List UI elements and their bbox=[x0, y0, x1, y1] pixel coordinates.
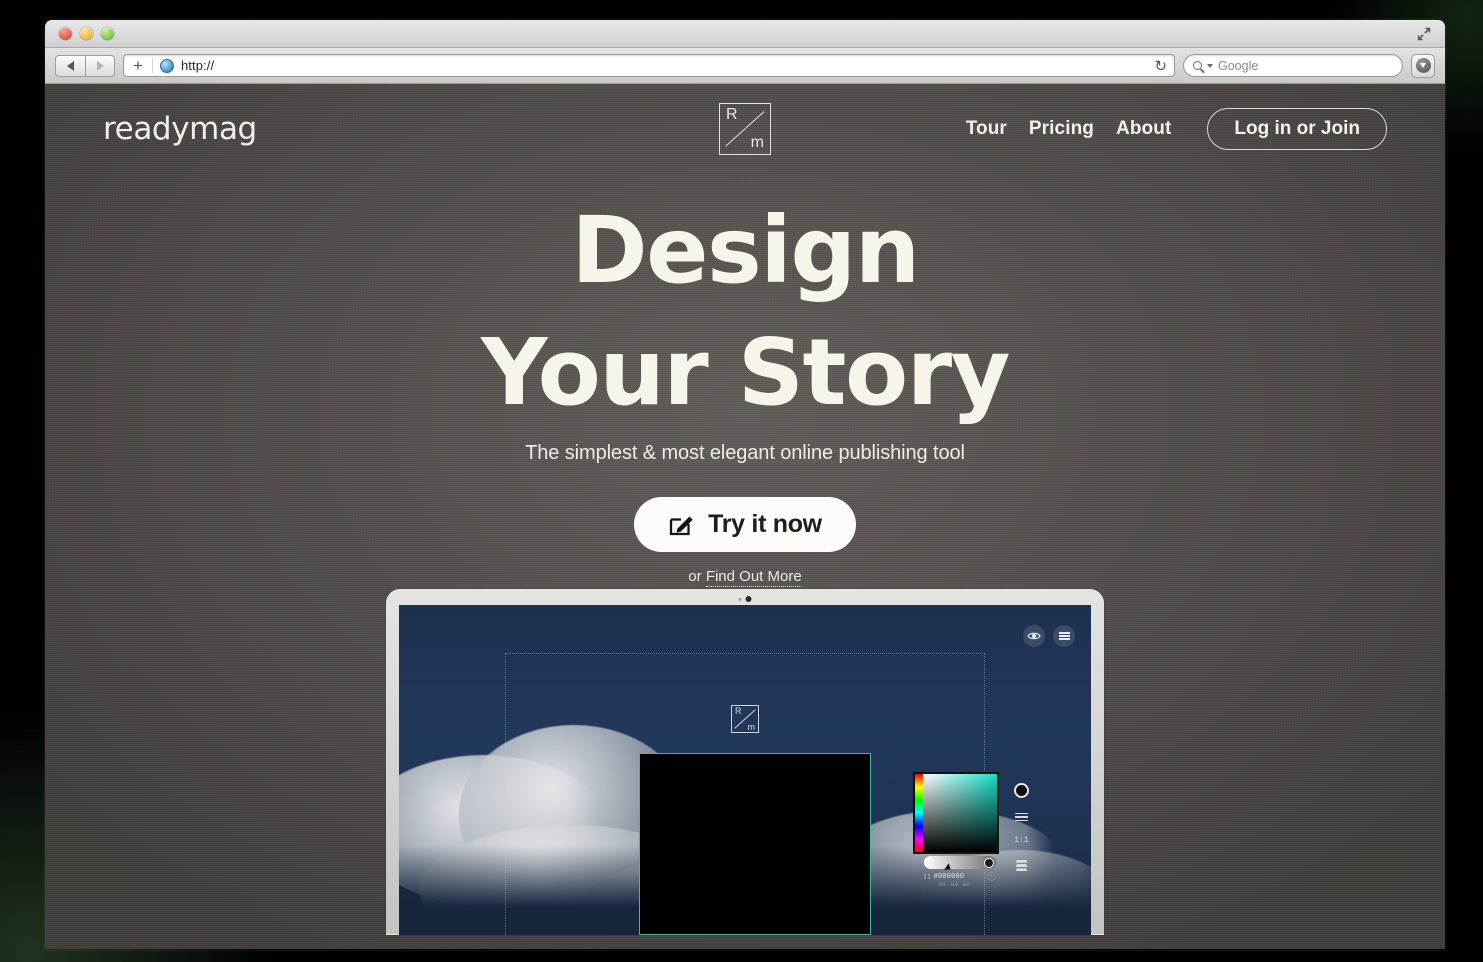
fullscreen-icon[interactable] bbox=[1415, 25, 1433, 43]
canvas-logo-letter-bottom: m bbox=[747, 722, 756, 732]
preview-eye-icon[interactable] bbox=[1023, 625, 1045, 647]
laptop-mockup: R m #000000 + R0 G0 B0 1:1 bbox=[386, 589, 1104, 935]
menu-hamburger-icon[interactable] bbox=[1053, 625, 1075, 647]
color-swatch-icon[interactable] bbox=[1014, 783, 1029, 798]
adjustments-icon[interactable] bbox=[1015, 811, 1028, 823]
canvas-readymag-logo-icon: R m bbox=[731, 705, 759, 733]
readymag-logo-icon[interactable]: R m bbox=[719, 103, 771, 155]
logo-letter-bottom: m bbox=[750, 134, 764, 151]
search-field[interactable]: Google bbox=[1183, 54, 1403, 77]
headline-line-1: Design bbox=[571, 197, 920, 304]
swatches-grid-icon[interactable] bbox=[924, 873, 930, 880]
find-out-more-link[interactable]: Find Out More bbox=[705, 568, 802, 588]
hero-section: Design Your Story The simplest & most el… bbox=[45, 197, 1445, 588]
back-arrow-icon bbox=[67, 60, 74, 71]
traffic-lights bbox=[59, 27, 114, 40]
close-button[interactable] bbox=[59, 27, 72, 40]
search-dropdown-icon[interactable] bbox=[1207, 63, 1213, 68]
page-content: readymag R m Tour Pricing About Log in o… bbox=[45, 84, 1445, 949]
login-or-join-button[interactable]: Log in or Join bbox=[1207, 108, 1387, 150]
forward-arrow-icon bbox=[96, 60, 104, 71]
desktop-backdrop: + http:// ↻ Google readymag R m Tour Pri… bbox=[0, 0, 1483, 962]
globe-icon bbox=[159, 58, 174, 73]
browser-toolbar: + http:// ↻ Google bbox=[45, 48, 1445, 84]
canvas-logo-letter-top: R bbox=[735, 706, 742, 716]
downloads-button[interactable] bbox=[1411, 53, 1435, 78]
add-swatch-icon[interactable]: + bbox=[987, 872, 996, 881]
opacity-slider[interactable] bbox=[924, 856, 996, 873]
hero-subtitle: The simplest & most elegant online publi… bbox=[525, 442, 965, 465]
editor-top-toolbar bbox=[1023, 625, 1075, 647]
headline-line-2: Your Story bbox=[480, 319, 1011, 427]
saturation-value-field[interactable] bbox=[923, 774, 997, 852]
new-tab-button[interactable]: + bbox=[131, 57, 145, 74]
address-bar[interactable]: + http:// ↻ bbox=[123, 54, 1175, 77]
pencil-edit-icon bbox=[668, 512, 694, 538]
selected-rectangle[interactable] bbox=[639, 753, 871, 935]
nav-item-tour[interactable]: Tour bbox=[966, 118, 1007, 140]
browser-window: + http:// ↻ Google readymag R m Tour Pri… bbox=[45, 20, 1445, 950]
forward-button[interactable] bbox=[85, 54, 115, 77]
nav-item-about[interactable]: About bbox=[1116, 118, 1171, 140]
logo-letter-top: R bbox=[726, 106, 738, 123]
cta-label: Try it now bbox=[708, 510, 822, 539]
editor-side-rail: 1:1 bbox=[1014, 783, 1029, 873]
minimize-button[interactable] bbox=[80, 27, 93, 40]
main-nav: Tour Pricing About Log in or Join bbox=[966, 108, 1387, 150]
hex-value-row: #000000 + bbox=[924, 872, 996, 881]
layers-icon[interactable] bbox=[1015, 858, 1028, 873]
toolbar-divider bbox=[151, 58, 153, 73]
find-out-more-line: or Find Out More bbox=[45, 568, 1445, 588]
scale-label[interactable]: 1:1 bbox=[1014, 836, 1028, 845]
site-header: readymag R m Tour Pricing About Log in o… bbox=[45, 84, 1445, 174]
nav-item-pricing[interactable]: Pricing bbox=[1029, 118, 1094, 140]
laptop-lid: R m #000000 + R0 G0 B0 1:1 bbox=[386, 589, 1104, 935]
download-icon bbox=[1415, 58, 1431, 73]
zoom-button[interactable] bbox=[101, 27, 114, 40]
color-picker-panel[interactable]: #000000 + R0 G0 B0 bbox=[913, 772, 999, 888]
back-button[interactable] bbox=[55, 54, 85, 77]
url-text[interactable]: http:// bbox=[181, 58, 214, 73]
window-titlebar bbox=[45, 20, 1445, 48]
try-it-now-button[interactable]: Try it now bbox=[634, 497, 856, 553]
hue-strip[interactable] bbox=[915, 774, 923, 852]
find-out-prefix: or bbox=[688, 568, 706, 586]
brand-logo[interactable]: readymag bbox=[103, 111, 257, 147]
nav-buttons bbox=[55, 54, 115, 77]
search-icon bbox=[1193, 61, 1202, 70]
search-engine-label: Google bbox=[1218, 58, 1259, 73]
reload-icon[interactable]: ↻ bbox=[1154, 57, 1167, 75]
rgb-value: R0 G0 B0 bbox=[939, 881, 971, 888]
hex-value[interactable]: #000000 bbox=[934, 873, 965, 881]
webcam-icon bbox=[738, 596, 752, 602]
opacity-handle[interactable] bbox=[984, 857, 994, 868]
laptop-screen: R m #000000 + R0 G0 B0 1:1 bbox=[399, 605, 1091, 935]
